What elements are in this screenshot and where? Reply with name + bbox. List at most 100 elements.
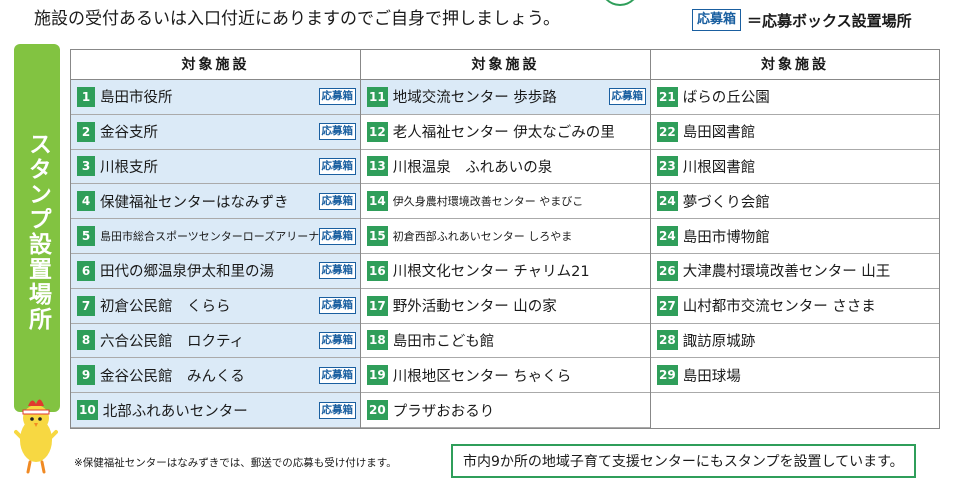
facility-number: 20 — [367, 400, 388, 421]
facility-name: 保健福祉センターはなみずき — [100, 194, 289, 211]
facility-number: 23 — [657, 156, 678, 177]
facility-row: 8 六合公民館 ロクティ 応募箱 — [71, 323, 360, 359]
entry-box-badge: 応募箱 — [318, 88, 356, 106]
facility-name: 島田球場 — [682, 368, 741, 385]
facility-name: 初倉西部ふれあいセンター しろやま — [392, 230, 573, 244]
facility-number: 6 — [77, 260, 95, 281]
facility-column-3: 対象施設 21 ばらの丘公園 22 島田図書館 23 川根図書館 24 夢づくり会館 24 島田市博… — [650, 49, 940, 429]
facility-row: 4 保健福祉センターはなみずき 応募箱 — [71, 184, 360, 220]
facility-number: 2 — [77, 121, 95, 142]
facility-name: 地域交流センター 歩歩路 — [392, 90, 557, 107]
instruction-text: 施設の受付あるいは入口付近にありますのでご自身で押しましょう。 — [34, 9, 560, 29]
facility-row: 15 初倉西部ふれあいセンター しろやま — [361, 219, 650, 254]
facility-number: 16 — [367, 260, 388, 281]
facility-number: 27 — [657, 295, 678, 316]
facility-name: 初倉公民館 くらら — [100, 299, 231, 316]
facility-number: 7 — [77, 295, 95, 316]
facility-row: 17 野外活動センター 山の家 — [361, 289, 650, 324]
facility-row: 6 田代の郷温泉伊太和里の湯 応募箱 — [71, 253, 360, 289]
entry-box-badge: 応募箱 — [608, 88, 646, 106]
facility-row: 28 諏訪原城跡 — [651, 324, 939, 359]
facility-name: 六合公民館 ロクティ — [100, 333, 245, 350]
facility-number: 4 — [77, 191, 95, 212]
facility-number: 5 — [77, 226, 95, 247]
entry-box-badge: 応募箱 — [318, 227, 356, 245]
entry-box-badge: 応募箱 — [318, 366, 356, 384]
facility-number: 17 — [367, 295, 388, 316]
facility-row: 27 山村都市交流センター ささま — [651, 289, 939, 324]
facility-name: 金谷公民館 みんくる — [100, 368, 245, 385]
facility-name: 伊久身農村環境改善センター やまびこ — [392, 195, 584, 209]
facility-column-2: 対象施設 11 地域交流センター 歩歩路 応募箱 12 老人福祉センター 伊太なごみの里 1… — [360, 49, 650, 429]
column-header: 対象施設 — [71, 50, 360, 80]
facility-name: 川根図書館 — [682, 159, 756, 176]
facility-number: 15 — [367, 226, 388, 247]
chick-mascot-icon — [14, 399, 58, 474]
facility-name: 島田市博物館 — [682, 229, 770, 246]
entry-box-badge: 応募箱 — [318, 401, 356, 419]
facility-number: 29 — [657, 365, 678, 386]
facility-name: 川根地区センター ちゃくら — [392, 368, 572, 385]
facility-name: 川根温泉 ふれあいの泉 — [392, 159, 553, 176]
facility-name: ばらの丘公園 — [682, 90, 770, 107]
support-center-banner: 市内9か所の地域子育て支援センターにもスタンプを設置しています。 — [451, 444, 916, 478]
facility-row: 9 金谷公民館 みんくる 応募箱 — [71, 358, 360, 394]
footnote: ※保健福祉センターはなみずきでは、郵送での応募も受け付けます。 — [74, 457, 397, 469]
facility-row: 16 川根文化センター チャリム21 — [361, 254, 650, 289]
facility-row: 13 川根温泉 ふれあいの泉 — [361, 150, 650, 185]
facility-name: 島田市総合スポーツセンターローズアリーナ — [100, 230, 319, 244]
facility-number: 13 — [367, 156, 388, 177]
entry-box-badge: 応募箱 — [318, 192, 356, 210]
facility-number: 22 — [657, 121, 678, 142]
facility-row: 26 大津農村環境改善センター 山王 — [651, 254, 939, 289]
facility-number: 21 — [657, 86, 678, 107]
legend-badge: 応募箱 — [692, 9, 742, 31]
facility-number: 10 — [77, 400, 98, 421]
facility-name: 島田図書館 — [682, 125, 756, 142]
facility-name: 川根支所 — [100, 159, 158, 176]
facility-row: 5 島田市総合スポーツセンターローズアリーナ 応募箱 — [71, 219, 360, 254]
entry-box-badge: 応募箱 — [318, 297, 356, 315]
legend: 応募箱 ＝応募ボックス設置場所 — [692, 9, 912, 31]
decorative-arc — [600, 0, 640, 6]
facility-row: 29 島田球場 — [651, 358, 939, 394]
facility-number: 24 — [657, 191, 678, 212]
facility-number: 8 — [77, 330, 95, 351]
facility-row: 22 島田図書館 — [651, 115, 939, 150]
facility-row: 23 川根図書館 — [651, 150, 939, 185]
facility-name: 野外活動センター 山の家 — [392, 299, 557, 316]
facility-row: 12 老人福祉センター 伊太なごみの里 — [361, 115, 650, 150]
entry-box-badge: 応募箱 — [318, 262, 356, 280]
facility-name: 川根文化センター チャリム21 — [392, 264, 590, 281]
facility-number: 28 — [657, 330, 678, 351]
legend-text: ＝応募ボックス設置場所 — [747, 11, 912, 30]
column-header: 対象施設 — [361, 50, 650, 80]
facility-row: 20 プラザおおるり — [361, 393, 650, 428]
facility-name: 金谷支所 — [100, 125, 158, 142]
facility-row: 11 地域交流センター 歩歩路 応募箱 — [361, 80, 650, 115]
empty-row — [651, 393, 939, 428]
facility-number: 14 — [367, 191, 388, 212]
facility-column-1: 対象施設 1 島田市役所 応募箱 2 金谷支所 応募箱 3 川根支所 応募箱 4 保健福祉センターはな… — [70, 49, 360, 429]
sidebar-title: スタンプ設置場所 — [24, 132, 51, 332]
facility-row: 7 初倉公民館 くらら 応募箱 — [71, 288, 360, 324]
facility-table: 対象施設 1 島田市役所 応募箱 2 金谷支所 応募箱 3 川根支所 応募箱 4 保健福祉センターはな… — [70, 49, 940, 429]
facility-row: 1 島田市役所 応募箱 — [71, 80, 360, 115]
entry-box-badge: 応募箱 — [318, 123, 356, 141]
facility-number: 1 — [77, 86, 95, 107]
facility-number: 26 — [657, 260, 678, 281]
entry-box-badge: 応募箱 — [318, 331, 356, 349]
facility-row: 14 伊久身農村環境改善センター やまびこ — [361, 184, 650, 220]
facility-name: 島田市こども館 — [392, 333, 495, 350]
facility-name: 北部ふれあいセンター — [102, 403, 248, 420]
facility-name: 夢づくり会館 — [682, 194, 770, 211]
facility-number: 11 — [367, 86, 388, 107]
entry-box-badge: 応募箱 — [318, 157, 356, 175]
facility-name: 島田市役所 — [100, 90, 173, 107]
facility-name: 大津農村環境改善センター 山王 — [682, 264, 891, 281]
facility-number: 12 — [367, 121, 388, 142]
facility-row: 24 島田市博物館 — [651, 219, 939, 254]
facility-name: 山村都市交流センター ささま — [682, 299, 876, 316]
facility-row: 18 島田市こども館 — [361, 324, 650, 359]
facility-row: 24 夢づくり会館 — [651, 184, 939, 220]
